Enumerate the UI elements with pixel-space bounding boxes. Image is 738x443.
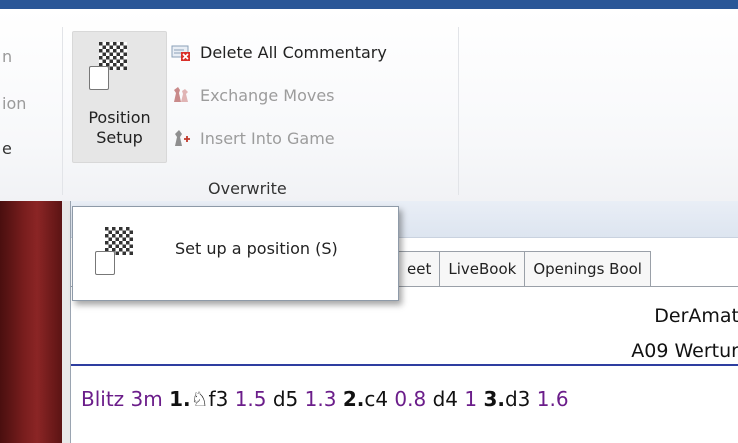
tab-notation-sheet[interactable]: eet <box>398 251 441 287</box>
exchange-moves-button[interactable]: Exchange Moves <box>170 83 335 107</box>
ribbon-left-fragment-2[interactable]: ion <box>2 94 62 113</box>
game-opening-line: A09 Wertur <box>631 340 738 362</box>
panel-gutter <box>62 201 70 443</box>
ribbon-left-fragment-1[interactable]: n <box>2 47 62 66</box>
insert-into-game-button[interactable]: Insert Into Game <box>170 126 335 150</box>
exchange-pieces-icon <box>170 84 192 106</box>
insert-into-game-label: Insert Into Game <box>200 128 335 148</box>
position-setup-label: Position Setup <box>88 108 151 147</box>
tab-openings-book[interactable]: Openings Bool <box>525 251 651 287</box>
chessboard-frame-edge <box>0 201 62 443</box>
ribbon-left-fragment-3[interactable]: e <box>2 139 62 158</box>
position-setup-button[interactable]: Position Setup <box>72 31 167 163</box>
move-1-black[interactable]: d5 1.3 <box>273 387 337 411</box>
ribbon: n ion e Position Setup Delete All Commen… <box>0 9 738 202</box>
blank-sheet-icon <box>89 66 109 90</box>
overwrite-group-label: Overwrite <box>208 179 287 198</box>
header-separator-rule <box>71 364 738 366</box>
event-label: Blitz 3m <box>81 387 163 411</box>
move-3[interactable]: 3.d3 1.6 <box>483 387 568 411</box>
insert-piece-icon <box>170 127 192 149</box>
move-2-black[interactable]: d4 1 <box>433 387 478 411</box>
ribbon-group-separator <box>458 27 459 195</box>
delete-commentary-icon <box>170 41 192 63</box>
title-bar-strip <box>0 0 738 9</box>
tooltip-text: Set up a position (S) <box>175 239 338 258</box>
move-list: Blitz 3m 1.♘f3 1.5 d5 1.3 2.c4 0.8 d4 1 … <box>81 387 569 411</box>
position-setup-tooltip: Set up a position (S) <box>72 206 399 301</box>
move-1[interactable]: 1.♘f3 1.5 <box>169 387 266 411</box>
delete-all-commentary-button[interactable]: Delete All Commentary <box>170 40 387 64</box>
ribbon-group-separator <box>62 27 63 195</box>
game-players-line: DerAmat <box>654 305 738 327</box>
tab-livebook[interactable]: LiveBook <box>440 251 526 287</box>
exchange-moves-label: Exchange Moves <box>200 85 335 105</box>
move-2[interactable]: 2.c4 0.8 <box>343 387 426 411</box>
blank-sheet-icon <box>95 251 115 275</box>
delete-all-commentary-label: Delete All Commentary <box>200 42 387 62</box>
